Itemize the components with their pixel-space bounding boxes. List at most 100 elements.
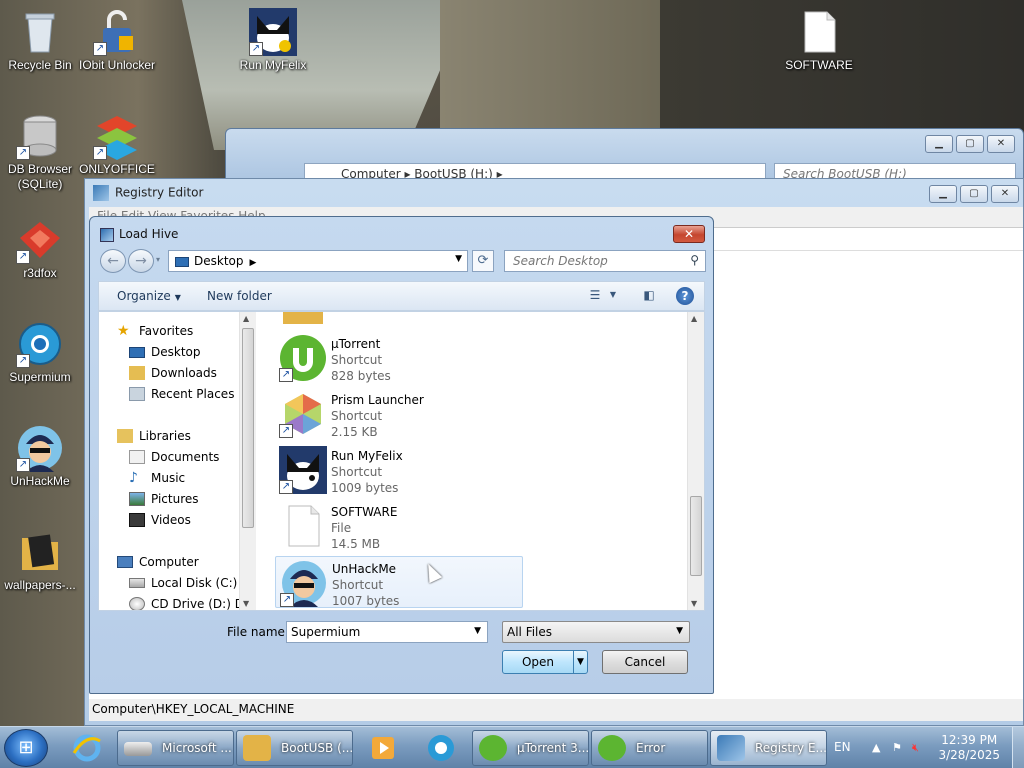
language-indicator[interactable]: EN bbox=[834, 740, 851, 754]
file-name: µTorrent bbox=[331, 337, 381, 351]
supermium-taskbar-icon[interactable] bbox=[414, 730, 468, 766]
maximize-button[interactable]: ▢ bbox=[960, 185, 988, 203]
action-center-icon[interactable]: ⚑ bbox=[892, 741, 902, 754]
refresh-button[interactable]: ⟳ bbox=[472, 250, 494, 272]
nav-libraries[interactable]: Libraries bbox=[117, 429, 191, 443]
desktop-icon-r3dfox[interactable]: ↗ r3dfox bbox=[0, 216, 80, 281]
organize-button[interactable]: Organize ▼ bbox=[117, 289, 181, 303]
shortcut-arrow-icon: ↗ bbox=[249, 42, 263, 56]
nav-computer[interactable]: Computer bbox=[117, 555, 199, 569]
scroll-thumb[interactable] bbox=[690, 496, 702, 576]
filetype-dropdown-icon[interactable]: ▼ bbox=[676, 626, 683, 636]
file-list-scrollbar[interactable]: ▲ ▼ bbox=[687, 312, 704, 610]
unhackme-icon: ↗ bbox=[280, 559, 328, 607]
filename-dropdown-icon[interactable]: ▼ bbox=[474, 626, 481, 636]
nav-music[interactable]: ♪ Music bbox=[129, 471, 185, 485]
address-dropdown-icon[interactable]: ▼ bbox=[455, 254, 462, 264]
system-clock[interactable]: 12:39 PM 3/28/2025 bbox=[938, 733, 1000, 763]
load-hive-dialog[interactable]: Load Hive ✕ ← → ▾ Desktop ▶ ▼ ⟳ Search De… bbox=[89, 216, 714, 694]
dialog-address-bar[interactable]: Desktop ▶ ▼ bbox=[168, 250, 468, 272]
scroll-up-icon[interactable]: ▲ bbox=[691, 314, 697, 323]
new-folder-button[interactable]: New folder bbox=[207, 289, 272, 303]
recent-dropdown-icon[interactable]: ▾ bbox=[156, 255, 160, 264]
nav-recent-places[interactable]: Recent Places bbox=[129, 387, 234, 401]
back-button[interactable]: ← bbox=[100, 249, 126, 273]
desktop-icon-label: SOFTWARE bbox=[785, 58, 853, 72]
file-item-run-myfelix[interactable]: ↗ Run MyFelix Shortcut 1009 bytes bbox=[275, 444, 523, 496]
show-hidden-icons-icon[interactable]: ▲ bbox=[872, 741, 880, 754]
desktop-icon-recycle-bin[interactable]: Recycle Bin bbox=[0, 8, 80, 73]
minimize-button[interactable]: ▁ bbox=[925, 135, 953, 153]
desktop-icon-iobit-unlocker[interactable]: ↗ IObit Unlocker bbox=[77, 8, 157, 73]
scroll-up-icon[interactable]: ▲ bbox=[243, 314, 249, 323]
file-size: 1007 bytes bbox=[332, 594, 400, 608]
file-item-prism-launcher[interactable]: ↗ Prism Launcher Shortcut 2.15 KB bbox=[275, 388, 523, 440]
nav-favorites[interactable]: ★ Favorites bbox=[117, 324, 193, 338]
navigation-scrollbar[interactable]: ▲ ▼ bbox=[239, 312, 256, 610]
maximize-button[interactable]: ▢ bbox=[956, 135, 984, 153]
taskbar-item-bootusb[interactable]: BootUSB (... bbox=[236, 730, 353, 766]
scroll-down-icon[interactable]: ▼ bbox=[243, 599, 249, 608]
myfelix-icon: ↗ bbox=[249, 8, 297, 56]
nav-documents[interactable]: Documents bbox=[129, 450, 219, 464]
file-item-software[interactable]: SOFTWARE File 14.5 MB bbox=[275, 500, 523, 552]
breadcrumb-chevron-icon[interactable]: ▶ bbox=[250, 258, 257, 268]
file-item-folder[interactable]: File folder bbox=[275, 312, 523, 330]
help-icon[interactable]: ? bbox=[676, 287, 694, 305]
desktop-icon-supermium[interactable]: ↗ Supermium bbox=[0, 320, 80, 385]
nav-desktop[interactable]: Desktop bbox=[129, 345, 201, 359]
registry-editor-icon bbox=[93, 185, 109, 201]
documents-icon bbox=[129, 450, 145, 464]
desktop-icon-label: ONLYOFFICE bbox=[79, 162, 155, 176]
internet-explorer-icon[interactable] bbox=[60, 730, 114, 766]
minimize-button[interactable]: ▁ bbox=[929, 185, 957, 203]
desktop-icon-wallpapers[interactable]: wallpapers-... bbox=[0, 528, 80, 593]
preview-pane-icon[interactable]: ◧ bbox=[639, 288, 659, 304]
cancel-button[interactable]: Cancel bbox=[602, 650, 688, 674]
scroll-down-icon[interactable]: ▼ bbox=[691, 599, 697, 608]
unhackme-icon: ↗ bbox=[16, 424, 64, 472]
desktop-icon-software[interactable]: SOFTWARE bbox=[779, 8, 859, 73]
close-button[interactable]: ✕ bbox=[987, 135, 1015, 153]
desktop-icon-db-browser[interactable]: ↗ DB Browser (SQLite) bbox=[0, 112, 80, 192]
open-button[interactable]: Open ▼ bbox=[502, 650, 588, 674]
file-icon bbox=[795, 8, 843, 56]
dialog-close-button[interactable]: ✕ bbox=[673, 225, 705, 243]
taskbar-item-registry-editor[interactable]: Registry E... bbox=[710, 730, 827, 766]
file-item-unhackme[interactable]: ↗ UnHackMe Shortcut 1007 bytes bbox=[275, 556, 523, 608]
shortcut-arrow-icon: ↗ bbox=[16, 354, 30, 368]
view-dropdown-icon[interactable]: ▼ bbox=[603, 290, 623, 306]
media-player-icon[interactable] bbox=[356, 730, 410, 766]
forward-button[interactable]: → bbox=[128, 249, 154, 273]
file-item-utorrent[interactable]: ↗ µTorrent Shortcut 828 bytes bbox=[275, 332, 523, 384]
scroll-thumb[interactable] bbox=[242, 328, 254, 528]
shortcut-arrow-icon: ↗ bbox=[280, 593, 294, 607]
filename-input[interactable]: Supermium ▼ bbox=[286, 621, 488, 643]
dialog-command-bar: Organize ▼ New folder ☰ ▼ ◧ ? bbox=[98, 281, 705, 311]
taskbar-item-utorrent[interactable]: µTorrent 3.... bbox=[472, 730, 589, 766]
dialog-search-input[interactable]: Search Desktop ⚲ bbox=[504, 250, 706, 272]
start-button[interactable]: ⊞ bbox=[4, 729, 48, 767]
volume-muted-icon[interactable]: 🔇︎ bbox=[912, 741, 919, 755]
videos-icon bbox=[129, 513, 145, 527]
cd-drive-icon bbox=[129, 597, 145, 610]
nav-pictures[interactable]: Pictures bbox=[129, 492, 199, 506]
taskbar-item-error[interactable]: Error bbox=[591, 730, 708, 766]
star-icon: ★ bbox=[117, 323, 130, 339]
nav-cd-drive[interactable]: CD Drive (D:) DVI bbox=[129, 597, 255, 610]
desktop-icon-onlyoffice[interactable]: ↗ ONLYOFFICE bbox=[77, 112, 157, 177]
nav-videos[interactable]: Videos bbox=[129, 513, 191, 527]
taskbar-item-microsoft[interactable]: Microsoft ... bbox=[117, 730, 234, 766]
show-desktop-button[interactable] bbox=[1012, 727, 1024, 768]
filetype-select[interactable]: All Files ▼ bbox=[502, 621, 690, 643]
open-split-dropdown-icon[interactable]: ▼ bbox=[573, 651, 587, 673]
hard-drive-icon bbox=[129, 578, 145, 588]
desktop-icon-run-myfelix[interactable]: ↗ Run MyFelix bbox=[233, 8, 313, 73]
view-options-icon[interactable]: ☰ bbox=[585, 288, 605, 304]
desktop-icon-unhackme[interactable]: ↗ UnHackMe bbox=[0, 424, 80, 489]
close-button[interactable]: ✕ bbox=[991, 185, 1019, 203]
dialog-nav-row: ← → ▾ Desktop ▶ ▼ ⟳ Search Desktop ⚲ bbox=[98, 249, 706, 275]
nav-downloads[interactable]: Downloads bbox=[129, 366, 217, 380]
nav-local-disk[interactable]: Local Disk (C:) bbox=[129, 576, 237, 590]
shortcut-arrow-icon: ↗ bbox=[16, 458, 30, 472]
